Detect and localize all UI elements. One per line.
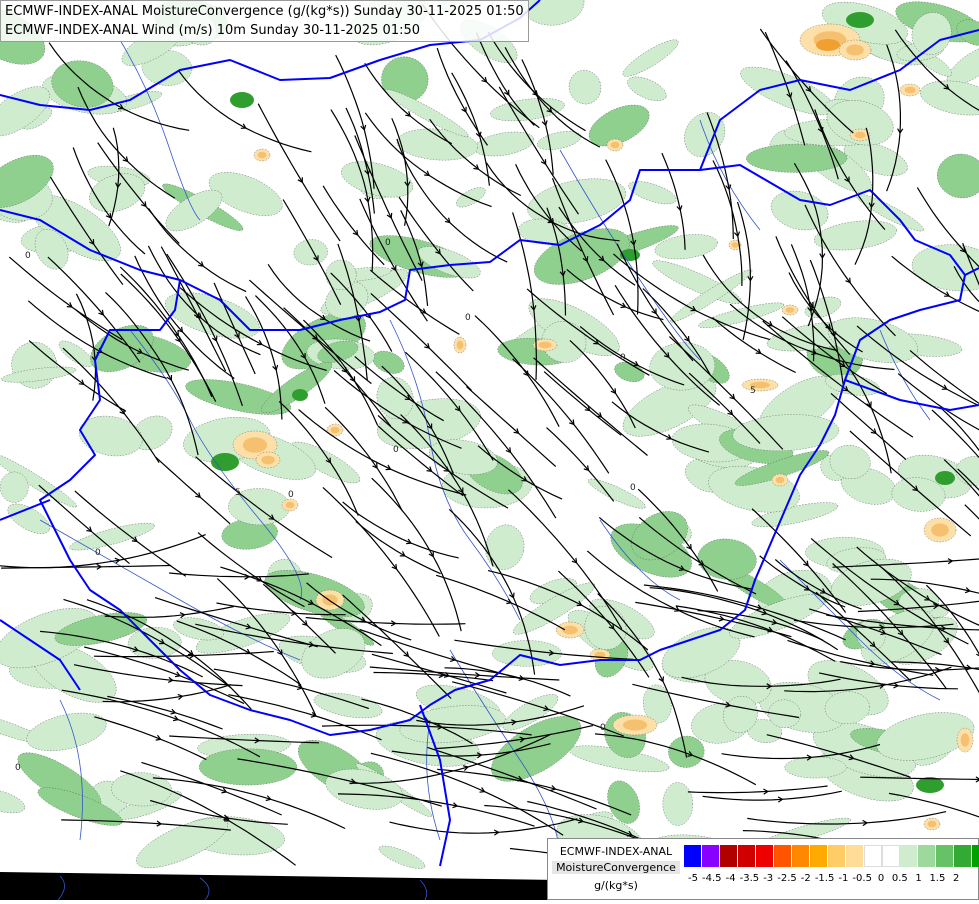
contour-label: 0: [393, 445, 399, 455]
orange-patch-core: [732, 242, 739, 248]
contour-label: 0: [385, 238, 391, 248]
orange-patch-core: [905, 87, 916, 94]
map-canvas: 0 0 0 0 0 0 5 0 0 0 5 0: [0, 0, 979, 900]
dark-green-patch: [846, 12, 874, 28]
legend-swatch: [918, 845, 936, 867]
legend-model: ECMWF-INDEX-ANAL: [552, 845, 680, 858]
orange-patch-core: [331, 427, 340, 434]
contour-label: 0: [15, 763, 21, 773]
orange-patch-core: [931, 523, 949, 536]
orange-patch-core: [261, 456, 274, 465]
legend-swatch: [864, 845, 882, 867]
orange-patch-core: [786, 307, 795, 313]
legend-swatch: [792, 845, 810, 867]
title-wind: ECMWF-INDEX-ANAL Wind (m/s) 10m Sunday 3…: [5, 21, 524, 40]
contour-label: 5: [750, 386, 756, 396]
contour-label: 0: [630, 483, 636, 493]
orange-patch-core: [611, 142, 620, 149]
legend-swatch: [936, 845, 954, 867]
orange-patch-core: [258, 152, 267, 159]
title-moisture-convergence: ECMWF-INDEX-ANAL MoistureConvergence (g/…: [5, 2, 524, 21]
orange-patch-core: [846, 45, 864, 56]
color-legend: ECMWF-INDEX-ANAL MoistureConvergence g/(…: [547, 838, 979, 900]
contour-label: 0: [600, 723, 606, 733]
legend-swatch: [756, 845, 774, 867]
orange-patch-core: [928, 821, 937, 828]
contour-label: 0: [465, 313, 471, 323]
dark-green-patch: [292, 389, 308, 401]
legend-tick-label: 2: [944, 873, 968, 884]
orange-patch-core: [961, 733, 970, 746]
legend-swatch: [702, 845, 720, 867]
orange-patch-core: [855, 132, 866, 139]
green-patch: [663, 782, 693, 825]
legend-swatch: [900, 845, 918, 867]
legend-swatch: [684, 845, 702, 867]
legend-swatch: [846, 845, 864, 867]
green-patch: [785, 757, 847, 778]
contour-label: 0: [25, 251, 31, 261]
orange-patch-core: [457, 341, 464, 350]
legend-swatch: [972, 845, 979, 867]
orange-patch-core: [776, 477, 785, 484]
dark-green-patch: [935, 471, 955, 485]
contour-label: 0: [95, 548, 101, 558]
contour-label: 5: [235, 488, 241, 498]
legend-swatch: [954, 845, 972, 867]
contour-label: 0: [288, 490, 294, 500]
orange-patch-peak: [816, 39, 840, 51]
orange-patch-core: [243, 437, 267, 452]
map-title-box: ECMWF-INDEX-ANAL MoistureConvergence (g/…: [0, 0, 529, 42]
orange-patch-core: [286, 502, 295, 509]
legend-swatch: [738, 845, 756, 867]
orange-patch-core: [538, 342, 551, 349]
legend-swatch: [882, 845, 900, 867]
legend-variable: MoistureConvergence: [552, 861, 680, 874]
legend-swatch: [828, 845, 846, 867]
legend-swatch: [720, 845, 738, 867]
contour-label: 0: [620, 353, 626, 363]
legend-swatch: [810, 845, 828, 867]
legend-unit: g/(kg*s): [552, 879, 680, 892]
legend-swatch: [774, 845, 792, 867]
orange-patch-core: [623, 720, 647, 731]
dark-green-patch: [230, 92, 254, 108]
